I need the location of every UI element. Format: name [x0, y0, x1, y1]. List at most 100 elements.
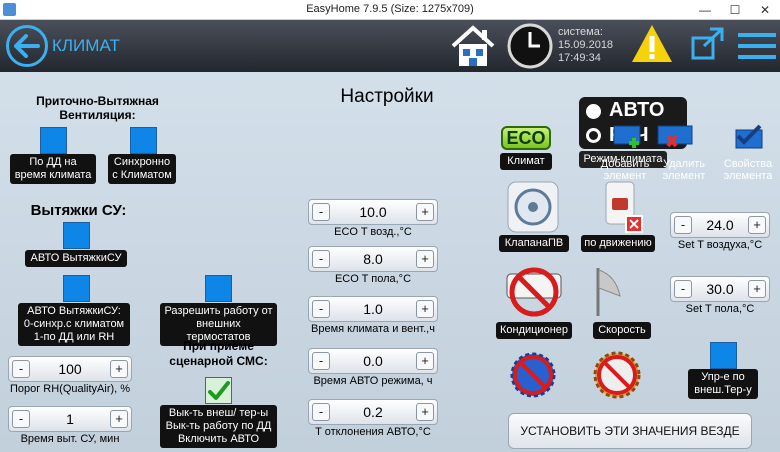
- add-element-line1: Добавить: [600, 158, 650, 170]
- motion-label: по движению: [581, 235, 655, 252]
- hamburger-menu-icon[interactable]: [738, 31, 776, 61]
- page-section-title: КЛИМАТ: [52, 36, 120, 55]
- exhaust-time-stepper: - 1 +: [8, 406, 132, 432]
- delete-element-label: Удалить элемент: [657, 158, 711, 182]
- exhaust-time-value[interactable]: 1: [31, 411, 109, 427]
- ventilation-by-dd-line1: По ДД на: [29, 156, 77, 168]
- delete-element-line2: элемент: [662, 170, 706, 182]
- back-button[interactable]: [6, 25, 48, 67]
- add-element-label: Добавить элемент: [592, 158, 658, 182]
- ventilation-heading-line1: Приточно-Вытяжная: [36, 94, 159, 108]
- motion-sensor-icon[interactable]: [598, 180, 646, 234]
- allow-ext-thermostats-line1: Разрешить работу от: [164, 305, 273, 317]
- exhaust-mode-line1: АВТО ВытяжкиСУ:: [27, 305, 121, 317]
- exhaust-mode-line2: 0-синхр.с климатом: [23, 318, 125, 330]
- valve-label: КлапанаПВ: [499, 235, 569, 252]
- auto-time-plus-button[interactable]: +: [416, 352, 434, 370]
- sms-scenario-line2: Вык-ть работу по ДД: [165, 420, 272, 432]
- ventilation-heading-line2: Вентиляция:: [59, 108, 136, 122]
- rh-threshold-plus-button[interactable]: +: [110, 360, 128, 378]
- climate-label: Климат: [500, 153, 552, 170]
- ventilation-by-dd-line2: время климата: [14, 169, 92, 181]
- auto-time-label: Время АВТО режима, ч: [313, 375, 433, 387]
- climate-time-minus-button[interactable]: -: [312, 300, 330, 318]
- sms-heading-line1: При приёме: [183, 339, 254, 353]
- set-floor-value[interactable]: 30.0: [693, 281, 747, 297]
- eco-air-value[interactable]: 10.0: [331, 204, 415, 220]
- auto-word: АВТО: [609, 99, 665, 121]
- maximize-button[interactable]: ☐: [720, 1, 750, 19]
- element-properties-label: Свойства элемента: [718, 158, 778, 182]
- ventilation-by-dd-checkbox[interactable]: [40, 127, 67, 154]
- add-element-icon[interactable]: [612, 124, 646, 150]
- warning-icon[interactable]: [630, 22, 674, 66]
- air-conditioner-off-icon[interactable]: [503, 266, 565, 318]
- minimize-button[interactable]: —: [690, 1, 720, 19]
- auto-time-value[interactable]: 0.0: [331, 353, 415, 369]
- eco-floor-minus-button[interactable]: -: [312, 250, 330, 268]
- climate-time-plus-button[interactable]: +: [416, 300, 434, 318]
- home-icon[interactable]: [449, 24, 497, 68]
- ext-thermostat-control-checkbox[interactable]: [710, 342, 737, 369]
- rh-threshold-value[interactable]: 100: [31, 361, 109, 377]
- eco-floor-plus-button[interactable]: +: [416, 250, 434, 268]
- set-air-value[interactable]: 24.0: [693, 217, 747, 233]
- ventilation-sync-checkbox[interactable]: [130, 127, 157, 154]
- set-air-stepper: - 24.0 +: [670, 212, 770, 238]
- conditioner-label: Кондиционер: [496, 322, 572, 339]
- delete-element-line1: Удалить: [663, 158, 705, 170]
- exhaust-fan-off-icon[interactable]: [508, 348, 558, 402]
- window-titlebar: EasyHome 7.9.5 (Size: 1275x709) — ☐ ✕: [0, 0, 780, 20]
- close-window-button[interactable]: ✕: [750, 1, 780, 19]
- set-air-minus-button[interactable]: -: [674, 216, 692, 234]
- set-values-everywhere-button[interactable]: УСТАНОВИТЬ ЭТИ ЗНАЧЕНИЯ ВЕЗДЕ: [508, 413, 752, 449]
- eco-air-label: ECO T возд.,°C: [334, 226, 412, 238]
- eco-air-minus-button[interactable]: -: [312, 203, 330, 221]
- ventilation-valve-icon[interactable]: [506, 180, 560, 234]
- exhaust-mode-checkbox[interactable]: [63, 275, 90, 302]
- system-datetime: система: 15.09.2018 17:49:34: [558, 26, 613, 65]
- page-title: Настройки: [340, 86, 434, 107]
- set-floor-minus-button[interactable]: -: [674, 280, 692, 298]
- sms-heading-line2: сценарной СМС:: [169, 354, 268, 368]
- exhaust-mode-line3: 1-по ДД или RH: [33, 331, 115, 343]
- fan-speed-flag-icon[interactable]: [590, 266, 634, 318]
- exhaust-time-plus-button[interactable]: +: [110, 410, 128, 428]
- auto-deviation-value[interactable]: 0.2: [331, 404, 415, 420]
- system-date: 15.09.2018: [558, 39, 614, 51]
- eco-badge[interactable]: ECO: [501, 126, 551, 150]
- rh-threshold-stepper: - 100 +: [8, 356, 132, 382]
- allow-ext-thermostats-checkbox[interactable]: [205, 275, 232, 302]
- auto-radio-indicator: [586, 104, 601, 119]
- auto-deviation-plus-button[interactable]: +: [416, 403, 434, 421]
- exhaust-time-minus-button[interactable]: -: [12, 410, 30, 428]
- climate-time-value[interactable]: 1.0: [331, 301, 415, 317]
- sms-scenario-checkbox[interactable]: [205, 377, 232, 404]
- sms-scenario-line3: Включить АВТО: [177, 433, 260, 445]
- set-floor-label: Set T пола,°C: [685, 303, 755, 315]
- auto-time-minus-button[interactable]: -: [312, 352, 330, 370]
- settings-panel: Настройки Приточно-Вытяжная Вентиляция: …: [0, 72, 780, 452]
- set-air-plus-button[interactable]: +: [748, 216, 766, 234]
- arrow-left-icon: [14, 34, 40, 58]
- sms-scenario-label: Вык-ть внеш/ тер-ы Вык-ть работу по ДД В…: [160, 405, 277, 448]
- rh-threshold-minus-button[interactable]: -: [12, 360, 30, 378]
- window-title: EasyHome 7.9.5 (Size: 1275x709): [306, 3, 474, 15]
- clock-icon[interactable]: [506, 22, 554, 70]
- set-air-label: Set T воздуха,°C: [677, 239, 763, 251]
- ventilation-sync-label: Синхронно с Климатом: [108, 154, 176, 184]
- eco-air-plus-button[interactable]: +: [416, 203, 434, 221]
- ventilation-heading: Приточно-Вытяжная Вентиляция:: [10, 94, 185, 122]
- ventilation-sync-line2: с Климатом: [112, 169, 172, 181]
- expand-window-icon[interactable]: [690, 26, 726, 62]
- set-floor-plus-button[interactable]: +: [748, 280, 766, 298]
- auto-deviation-minus-button[interactable]: -: [312, 403, 330, 421]
- speed-label: Скорость: [593, 322, 651, 339]
- eco-floor-value[interactable]: 8.0: [331, 251, 415, 267]
- element-properties-icon[interactable]: [734, 124, 766, 150]
- delete-element-icon[interactable]: [656, 124, 696, 150]
- ext-thermostat-control-label: Упр-е по внеш.Тер-у: [688, 369, 758, 399]
- heater-off-icon[interactable]: [590, 348, 644, 402]
- exhaust-auto-checkbox[interactable]: [63, 222, 90, 249]
- system-label: система:: [558, 26, 603, 38]
